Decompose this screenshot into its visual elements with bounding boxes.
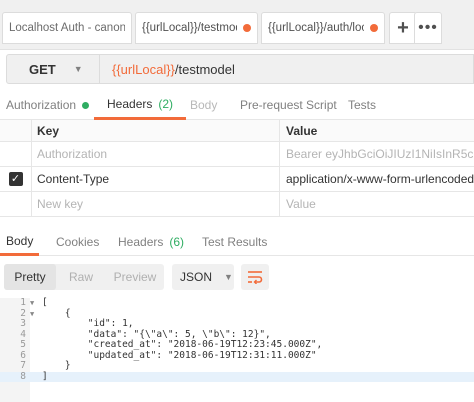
table-header-row: Key Value: [0, 120, 474, 142]
code-line: 6 "updated_at": "2018-06-19T12:31:11.000…: [0, 349, 474, 362]
more-tabs-button[interactable]: •••: [414, 12, 442, 44]
code-line-current: 8 ]: [0, 370, 474, 382]
response-tabs: Body Cookies Headers (6) Test Results: [0, 228, 474, 256]
header-key-cell[interactable]: Authorization: [32, 142, 280, 166]
code-text: "created_at": "2018-06-19T12:23:45.000Z"…: [42, 339, 323, 350]
url-variable: {{urlLocal}}: [112, 61, 175, 77]
tab-response-body[interactable]: Body: [0, 228, 40, 256]
checkmark-icon: ✓: [8, 172, 23, 186]
request-tab-bar: Localhost Auth - canonntest {{urlLocal}}…: [0, 0, 474, 50]
code-line: 3 "id": 1,: [0, 318, 474, 330]
new-value-input[interactable]: Value: [280, 192, 474, 216]
table-row: Authorization Bearer eyJhbGciOiJIUzI1NiI…: [0, 142, 474, 167]
chevron-down-icon: ▼: [224, 272, 233, 282]
line-number: 3: [20, 318, 26, 329]
header-key-cell[interactable]: Content-Type: [32, 167, 280, 191]
code-text: ]: [42, 370, 48, 382]
view-mode-group: Pretty Raw Preview: [4, 264, 164, 290]
new-key-input[interactable]: New key: [32, 192, 280, 216]
response-headers-count: (6): [169, 235, 185, 249]
line-number: 7: [20, 360, 26, 371]
table-row-new: New key Value: [0, 192, 474, 217]
active-indicator-icon: [82, 101, 90, 109]
plus-icon: +: [397, 16, 409, 39]
fold-arrow-icon[interactable]: ▼: [30, 298, 40, 309]
tab-body[interactable]: Body: [190, 90, 217, 120]
method-label: GET: [29, 61, 56, 77]
tab-body-label: Body: [190, 98, 218, 112]
code-text: }: [42, 360, 71, 371]
code-text: "id": 1,: [42, 318, 134, 329]
tab-response-headers[interactable]: Headers (6): [118, 228, 184, 256]
code-text: [: [42, 297, 48, 308]
tab-response-body-label: Body: [6, 233, 34, 248]
chevron-down-icon: ▼: [73, 64, 83, 74]
tab-testmodel[interactable]: {{urlLocal}}/testmodel: [135, 12, 258, 44]
unsaved-dot-icon: [243, 24, 251, 32]
unsaved-dot-icon: [370, 24, 378, 32]
row-checkbox[interactable]: [0, 142, 32, 166]
headers-table: Key Value Authorization Bearer eyJhbGciO…: [0, 120, 474, 217]
tab-auth-local[interactable]: {{urlLocal}}/auth/local: [261, 12, 385, 44]
tab-headers[interactable]: Headers (2): [94, 90, 187, 120]
value-column-header: Value: [286, 123, 318, 138]
line-number: 8: [20, 370, 26, 382]
code-line: 5 "created_at": "2018-06-19T12:23:45.000…: [0, 339, 474, 351]
table-row: ✓ Content-Type application/x-www-form-ur…: [0, 167, 474, 192]
url-path: /testmodel: [174, 61, 235, 77]
tab-tests[interactable]: Tests: [348, 90, 376, 120]
tab-label: {{urlLocal}}/auth/local: [268, 22, 364, 34]
more-icon: •••: [418, 19, 438, 36]
code-line: 1 ▼ [: [0, 297, 474, 309]
preview-button[interactable]: Preview: [106, 264, 164, 290]
wrap-lines-icon: [248, 271, 263, 284]
fold-arrow-icon[interactable]: ▼: [30, 309, 40, 320]
tab-label: Localhost Auth - canonntest: [9, 22, 125, 34]
request-subtabs: Authorization Headers (2) Body Pre-reque…: [0, 90, 474, 120]
row-checkbox[interactable]: ✓: [0, 167, 32, 191]
code-text: "updated_at": "2018-06-19T12:31:11.000Z": [42, 349, 317, 361]
header-check-col: [0, 120, 32, 141]
format-label: JSON: [180, 270, 213, 284]
line-number: 5: [20, 339, 26, 350]
headers-count-badge: (2): [158, 96, 174, 111]
pretty-button[interactable]: Pretty: [4, 264, 56, 290]
header-value-cell[interactable]: Bearer eyJhbGciOiJIUzI1NiIsInR5cCI6IkpXV…: [280, 142, 474, 166]
header-value-cell[interactable]: application/x-www-form-urlencoded: [280, 167, 474, 191]
format-select[interactable]: JSON ▼: [172, 264, 234, 290]
tab-cookies-label: Cookies: [56, 235, 100, 249]
tab-localhost-auth[interactable]: Localhost Auth - canonntest: [2, 12, 132, 44]
tab-prerequest-label: Pre-request Script: [240, 98, 337, 112]
tab-cookies[interactable]: Cookies: [56, 228, 99, 256]
code-line: 7 }: [0, 360, 474, 372]
wrap-lines-button[interactable]: [241, 264, 269, 290]
tab-authorization[interactable]: Authorization: [6, 90, 90, 120]
row-checkbox-placeholder: [0, 192, 32, 216]
raw-button[interactable]: Raw: [56, 264, 106, 290]
new-tab-button[interactable]: +: [389, 12, 417, 44]
tab-authorization-label: Authorization: [6, 98, 77, 112]
key-column-header: Key: [32, 120, 280, 141]
tab-test-results[interactable]: Test Results: [202, 228, 267, 256]
tab-response-headers-label: Headers: [118, 235, 164, 249]
url-input[interactable]: {{urlLocal}}/testmodel: [100, 54, 474, 84]
response-body-editor[interactable]: 1 ▼ [ 2 ▼ { 3 "id": 1, 4 "data": "{\"a\"…: [0, 297, 474, 402]
tab-prerequest-script[interactable]: Pre-request Script: [240, 90, 337, 120]
line-number: 1: [20, 297, 26, 308]
tab-test-results-label: Test Results: [202, 235, 268, 249]
tab-headers-label: Headers: [107, 96, 153, 111]
method-select[interactable]: GET ▼: [6, 54, 100, 84]
tab-label: {{urlLocal}}/testmodel: [142, 22, 237, 34]
tab-tests-label: Tests: [348, 98, 377, 112]
